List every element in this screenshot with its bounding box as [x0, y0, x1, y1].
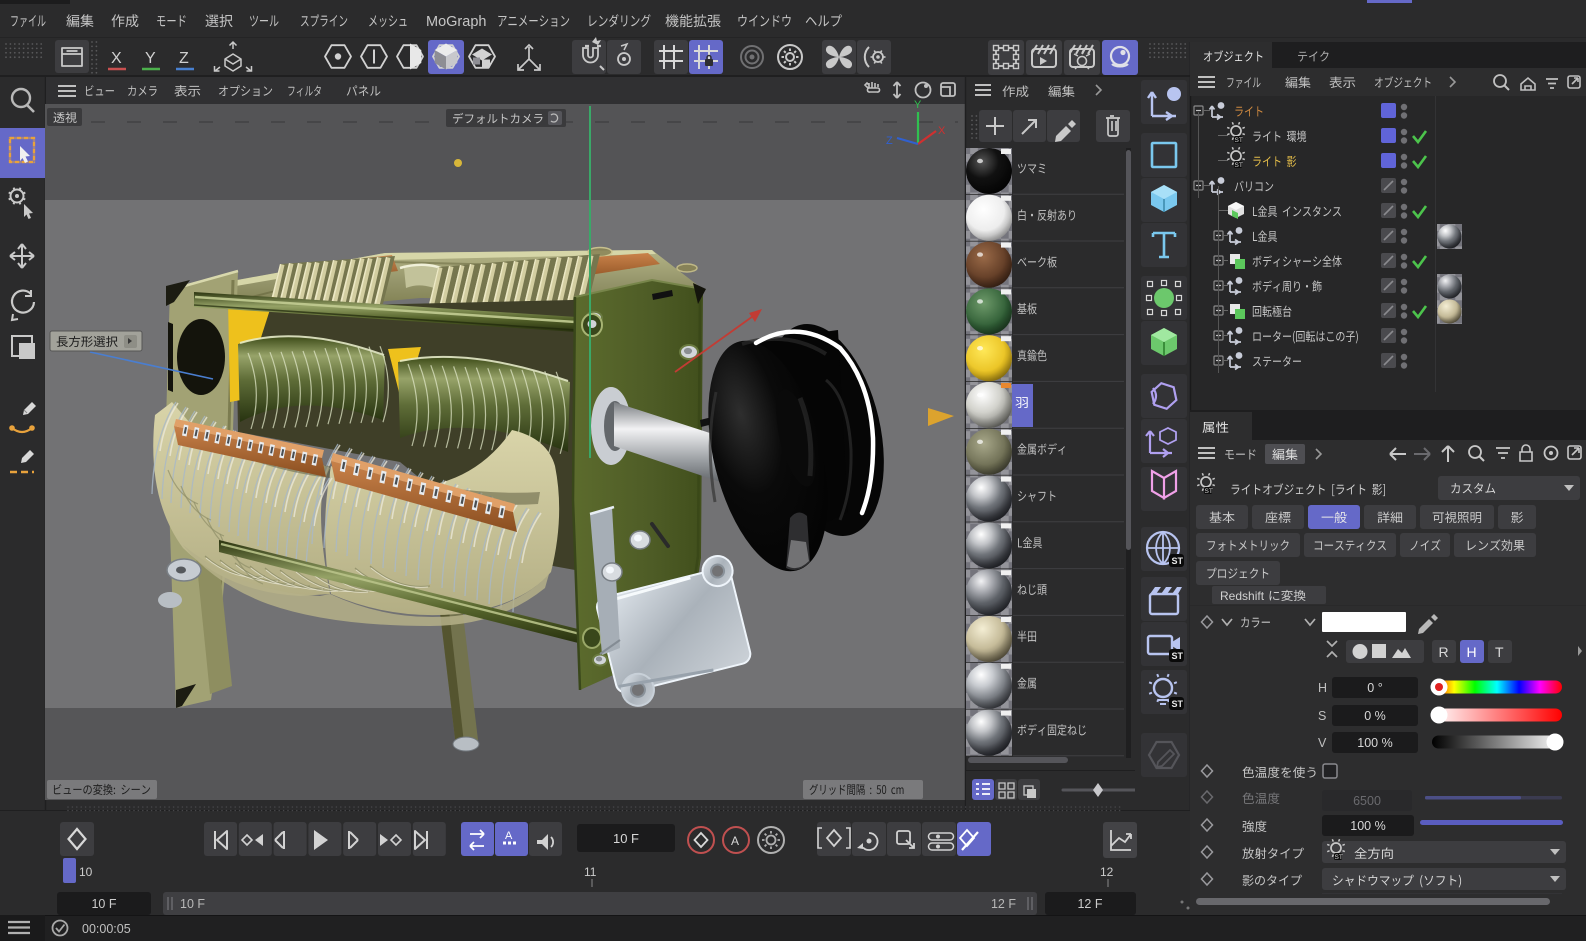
- svg-text:100 %: 100 %: [1357, 736, 1392, 750]
- svg-text:X: X: [938, 125, 946, 137]
- svg-text:00:00:05: 00:00:05: [82, 922, 131, 936]
- svg-text:0 %: 0 %: [1364, 709, 1386, 723]
- svg-text:A: A: [505, 830, 513, 842]
- svg-text:S: S: [1318, 709, 1326, 723]
- svg-text:11: 11: [584, 865, 597, 879]
- svg-text:ST: ST: [1172, 651, 1184, 661]
- svg-text:R: R: [1439, 644, 1449, 660]
- svg-text:V: V: [1318, 736, 1327, 750]
- svg-text:ST: ST: [1235, 137, 1243, 144]
- svg-text:MoGraph: MoGraph: [426, 14, 486, 30]
- svg-text:ST: ST: [1235, 162, 1243, 169]
- svg-text:10 F: 10 F: [613, 831, 639, 846]
- svg-text:ST: ST: [1335, 854, 1343, 861]
- svg-text:12: 12: [1100, 865, 1114, 879]
- svg-text:Redshift: Redshift: [1220, 589, 1265, 603]
- svg-text:ST: ST: [1172, 699, 1184, 709]
- svg-text:H: H: [1318, 681, 1327, 695]
- svg-text:12 F: 12 F: [991, 897, 1016, 911]
- svg-text:12 F: 12 F: [1077, 897, 1102, 911]
- svg-text:10 F: 10 F: [180, 897, 205, 911]
- svg-text:H: H: [1467, 644, 1477, 660]
- svg-text:Y: Y: [914, 99, 922, 111]
- svg-text:Z: Z: [179, 50, 189, 67]
- svg-text:Y: Y: [145, 50, 156, 67]
- svg-text:ST: ST: [1172, 556, 1184, 566]
- svg-text:X: X: [111, 50, 122, 67]
- svg-text:10: 10: [79, 865, 93, 879]
- svg-text:A: A: [731, 834, 739, 848]
- svg-text:10 F: 10 F: [91, 897, 116, 911]
- svg-text:100 %: 100 %: [1350, 819, 1385, 833]
- svg-text:T: T: [1495, 644, 1504, 660]
- svg-text:ST: ST: [1205, 488, 1213, 495]
- svg-text:6500: 6500: [1353, 794, 1381, 808]
- svg-text:Z: Z: [886, 135, 893, 147]
- svg-text:0 °: 0 °: [1367, 681, 1382, 695]
